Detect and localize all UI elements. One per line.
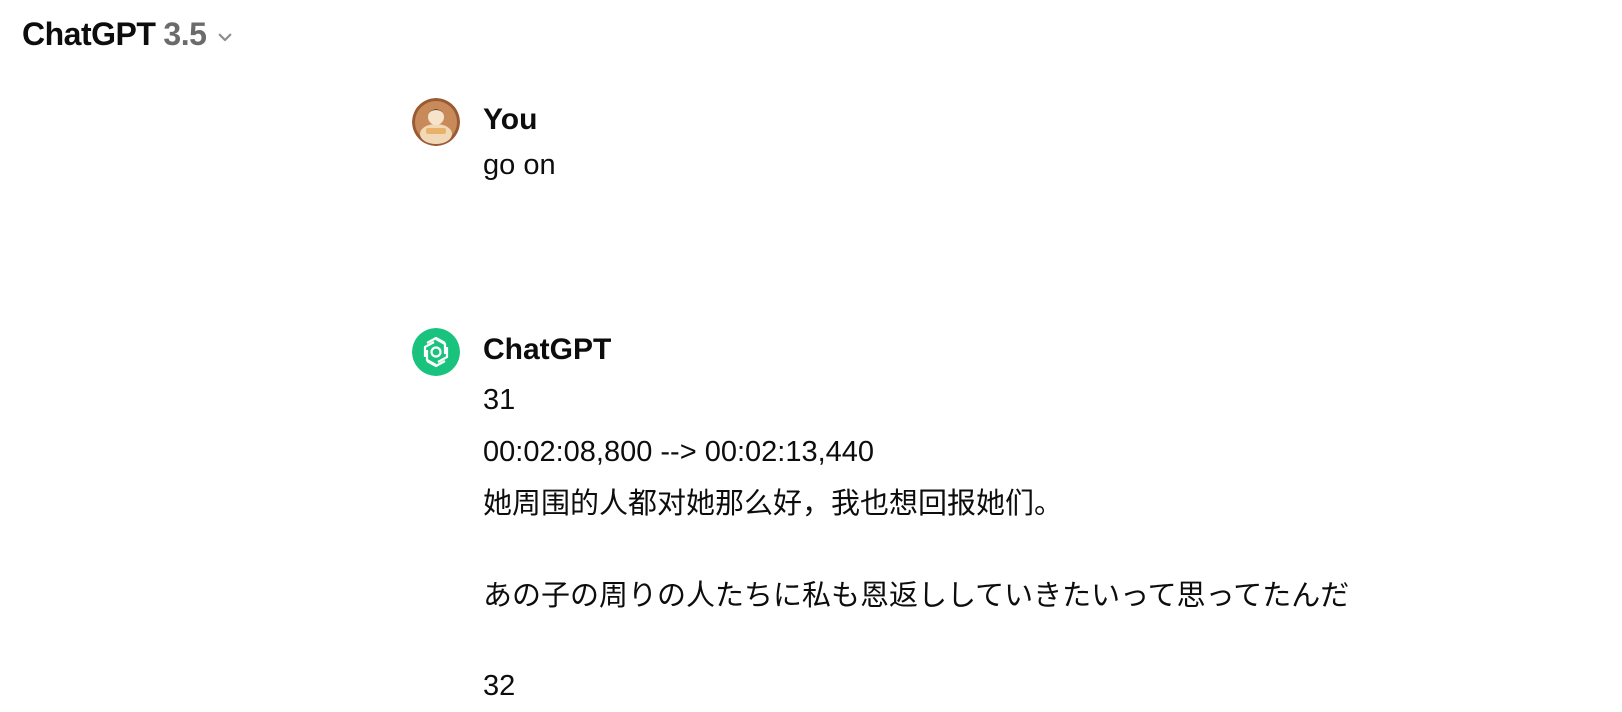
chevron-down-icon	[214, 26, 236, 48]
assistant-message: ChatGPT 31 00:02:08,800 --> 00:02:13,440…	[412, 328, 1512, 712]
user-avatar	[412, 98, 460, 146]
message-author: ChatGPT	[483, 333, 612, 366]
message-text: 00:02:08,800 --> 00:02:13,440	[483, 436, 875, 468]
model-name: ChatGPT	[22, 16, 156, 52]
openai-logo-icon	[412, 328, 460, 376]
model-selector[interactable]: ChatGPT 3.5	[22, 16, 236, 53]
message-text: 31	[483, 384, 516, 416]
message-text: 她周围的人都对她那么好，我也想回报她们。	[483, 488, 1064, 520]
message-text: 32	[483, 670, 516, 702]
message-text: go on	[483, 149, 556, 181]
message-text: あの子の周りの人たちに私も恩返ししていきたいって思ってたんだ	[483, 580, 1350, 612]
user-message: You go on	[412, 98, 1512, 188]
model-version: 3.5	[163, 16, 207, 52]
message-author: You	[483, 103, 538, 136]
conversation-thread: You go on ChatGPT 31 00:02:08,800 --> 00…	[412, 98, 1512, 712]
